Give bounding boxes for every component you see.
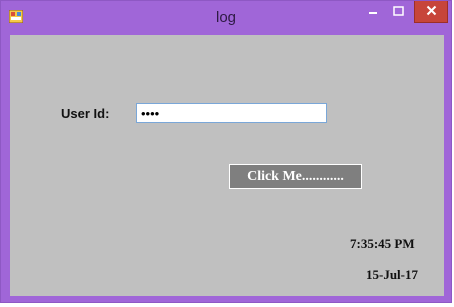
minimize-button[interactable]	[361, 1, 385, 23]
minimize-icon	[368, 3, 378, 21]
userid-label: User Id:	[61, 106, 110, 121]
maximize-button[interactable]	[385, 1, 411, 23]
userid-input[interactable]	[136, 103, 327, 123]
title-bar[interactable]: log	[1, 1, 451, 34]
close-button[interactable]	[414, 1, 448, 23]
form-client-area: User Id: Click Me............ 7:35:45 PM…	[10, 35, 444, 296]
click-me-button[interactable]: Click Me............	[229, 164, 362, 189]
time-label: 7:35:45 PM	[350, 236, 415, 251]
close-icon	[426, 3, 437, 21]
maximize-icon	[392, 3, 404, 21]
date-label: 15-Jul-17	[366, 267, 418, 282]
app-window: log User Id: Click Me............ 7:35:4…	[0, 0, 452, 303]
